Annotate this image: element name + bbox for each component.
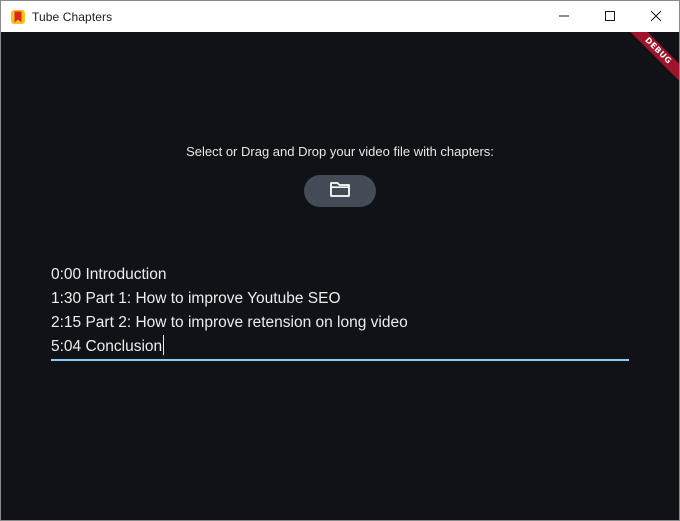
chapter-line: 2:15 Part 2: How to improve retension on… (51, 314, 408, 331)
minimize-button[interactable] (541, 1, 587, 32)
minimize-icon (559, 8, 569, 26)
chapter-line: 0:00 Introduction (51, 266, 167, 283)
chapter-line-last: 5:04 Conclusion (51, 335, 629, 359)
app-window: Tube Chapters DEBUG Select or Drag and D… (0, 0, 680, 521)
debug-banner: DEBUG (619, 32, 679, 92)
maximize-icon (605, 8, 615, 26)
maximize-button[interactable] (587, 1, 633, 32)
text-cursor (163, 335, 165, 355)
main-area: DEBUG Select or Drag and Drop your video… (1, 32, 679, 520)
window-title: Tube Chapters (32, 9, 113, 24)
chapter-line-text: 5:04 Conclusion (51, 338, 163, 355)
upload-prompt: Select or Drag and Drop your video file … (186, 144, 494, 159)
title-bar[interactable]: Tube Chapters (1, 1, 679, 32)
bookmark-app-icon (10, 9, 26, 25)
window-controls (541, 1, 679, 32)
folder-icon (329, 180, 351, 203)
select-file-button[interactable] (304, 175, 376, 207)
text-field-focus-underline (51, 359, 629, 361)
close-icon (650, 8, 662, 26)
close-button[interactable] (633, 1, 679, 32)
chapters-text-field[interactable]: 0:00 Introduction 1:30 Part 1: How to im… (51, 263, 629, 359)
debug-label: DEBUG (623, 32, 679, 86)
chapter-line: 1:30 Part 1: How to improve Youtube SEO (51, 290, 341, 307)
